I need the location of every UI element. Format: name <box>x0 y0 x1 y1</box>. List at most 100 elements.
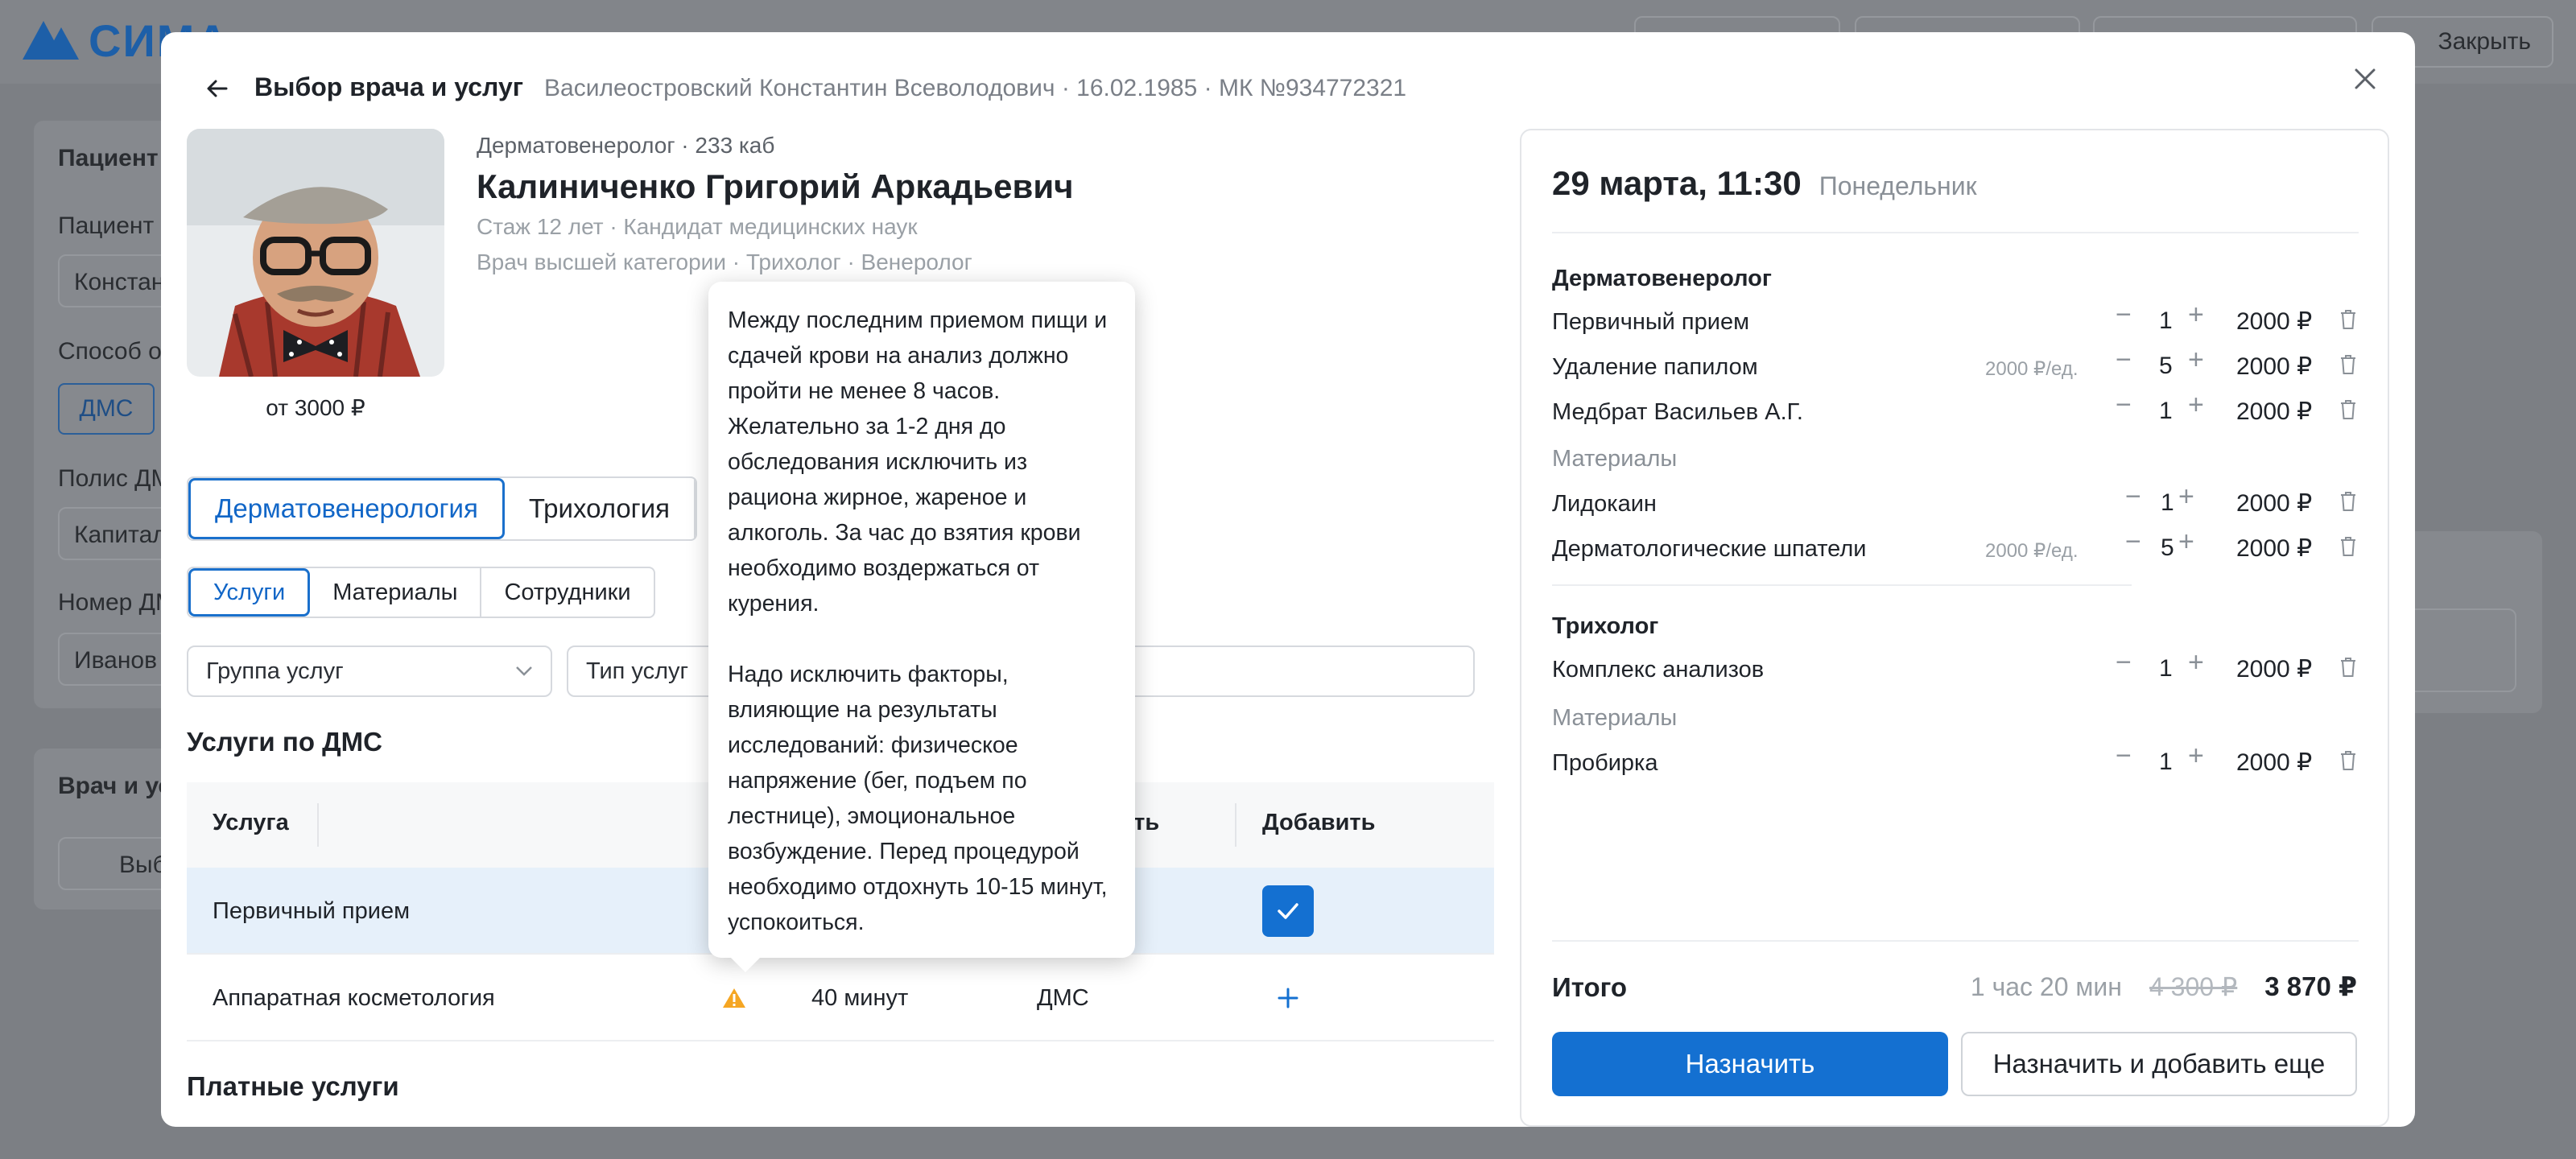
policy-label: Полис ДМ <box>58 465 171 492</box>
assign-button[interactable]: Назначить <box>1552 1032 1948 1096</box>
decrease-button[interactable]: − <box>2116 390 2132 421</box>
increase-button[interactable]: + <box>2188 390 2204 421</box>
order-item-price: 2000 ₽ <box>2236 353 2313 380</box>
topbar-close-label: Закрыть <box>2438 28 2531 55</box>
doctor-photo <box>187 129 444 377</box>
tooltip-arrow <box>729 956 762 972</box>
header-add: Добавить <box>1262 810 1376 835</box>
dms-services-title: Услуги по ДМС <box>187 727 382 757</box>
decrease-button[interactable]: − <box>2116 299 2132 331</box>
policy-number-value: Иванов <box>74 647 158 674</box>
order-item-name: Медбрат Васильев А.Г. <box>1552 399 1803 425</box>
appointment-datetime: 29 марта, 11:30 Понедельник <box>1552 164 1977 203</box>
materials-label: Материалы <box>1552 446 1678 472</box>
specialty-tabs: Дерматовенерология Трихология <box>187 476 698 541</box>
increase-button[interactable]: + <box>2188 647 2204 678</box>
trash-icon[interactable] <box>2339 399 2357 420</box>
trash-icon[interactable] <box>2339 750 2357 771</box>
appointment-weekday: Понедельник <box>1818 171 1977 200</box>
back-button[interactable] <box>196 68 238 109</box>
service-add-button[interactable] <box>1262 972 1314 1024</box>
order-item-qty: 1 <box>2159 398 2173 424</box>
doctor-categories: Врач высшей категории · Трихолог · Венер… <box>477 250 972 274</box>
material-qty: 1 <box>2161 489 2174 516</box>
total-label: Итого <box>1552 972 1628 1002</box>
materials-label: Материалы <box>1552 705 1678 731</box>
material-unit-price: 2000 ₽/ед. <box>1985 540 2079 562</box>
order-item-price: 2000 ₽ <box>2236 656 2313 683</box>
warning-icon[interactable] <box>721 987 747 1009</box>
header-divider-2 <box>1235 803 1236 847</box>
decrease-button[interactable]: − <box>2116 344 2132 376</box>
logo-mark-icon <box>23 21 79 60</box>
header-service: Услуга <box>213 810 289 835</box>
material-name: Лидокаин <box>1552 491 1657 517</box>
service-payment: ДМС <box>1037 985 1089 1011</box>
divider <box>1552 232 2359 233</box>
service-group-value: Группа услуг <box>206 658 344 684</box>
order-item-qty: 1 <box>2159 307 2173 334</box>
tab-services[interactable]: Услуги <box>188 568 311 617</box>
trash-icon[interactable] <box>2339 354 2357 375</box>
service-name: Первичный прием <box>213 898 411 924</box>
tooltip-paragraph-1: Между последним приемом пищи и сдачей кр… <box>728 307 1108 617</box>
trash-icon[interactable] <box>2339 657 2357 678</box>
trash-icon[interactable] <box>2339 491 2357 512</box>
doctor-service-modal: Выбор врача и услуг Василеостровский Кон… <box>161 32 2415 1127</box>
increase-button[interactable]: + <box>2178 526 2194 558</box>
decrease-button[interactable]: − <box>2116 647 2132 678</box>
table-row[interactable]: Аппаратная косметология 40 минут ДМС <box>187 955 1494 1041</box>
order-item-unit-price: 2000 ₽/ед. <box>1985 358 2079 380</box>
order-item-price: 2000 ₽ <box>2236 398 2313 425</box>
increase-button[interactable]: + <box>2188 740 2204 772</box>
order-item-name: Комплекс анализов <box>1552 657 1765 683</box>
material-qty: 5 <box>2161 534 2174 561</box>
service-add-checkbox[interactable] <box>1262 885 1314 937</box>
order-material: Дерматологические шпатели 2000 ₽/ед. − 5… <box>1552 525 2359 570</box>
patient-info: Василеостровский Константин Всеволодович… <box>544 75 1407 101</box>
tab-dermatovenereology[interactable]: Дерматовенерология <box>188 478 505 539</box>
payment-label: Способ о <box>58 338 162 365</box>
trash-icon[interactable] <box>2339 536 2357 557</box>
header-divider <box>317 803 319 847</box>
increase-button[interactable]: + <box>2188 344 2204 376</box>
decrease-button[interactable]: − <box>2125 526 2141 558</box>
increase-button[interactable]: + <box>2178 481 2194 513</box>
assign-and-add-button[interactable]: Назначить и добавить еще <box>1961 1032 2357 1096</box>
order-summary-panel: 29 марта, 11:30 Понедельник Дерматовенер… <box>1520 129 2389 1127</box>
increase-button[interactable]: + <box>2188 299 2204 331</box>
policy-number-label: Номер ДМ <box>58 589 175 616</box>
tab-staff[interactable]: Сотрудники <box>481 568 653 617</box>
tab-trichology[interactable]: Трихология <box>505 478 696 539</box>
order-item: Удаление папилом 2000 ₽/ед. − 5 + 2000 ₽ <box>1552 343 2359 388</box>
preparation-tooltip: Между последним приемом пищи и сдачей кр… <box>708 282 1135 958</box>
policy-field-value: Капитал <box>74 522 167 548</box>
material-price: 2000 ₽ <box>2236 490 2313 517</box>
material-name: Дерматологические шпатели <box>1552 536 1867 562</box>
patient-field-value: Констан <box>74 269 165 295</box>
total-values: 1 час 20 мин 4 300 ₽ 3 870 ₽ <box>1971 971 2357 1002</box>
total-old-price: 4 300 ₽ <box>2149 972 2238 1001</box>
decrease-button[interactable]: − <box>2116 740 2132 772</box>
modal-title: Выбор врача и услуг <box>254 72 524 101</box>
total-price: 3 870 ₽ <box>2264 971 2357 1001</box>
divider <box>1552 584 2132 586</box>
service-name: Аппаратная косметология <box>213 985 495 1011</box>
payment-dms-button[interactable]: ДМС <box>58 383 155 435</box>
doctor-specialty-line: Дерматовенеролог · 233 каб <box>477 133 775 158</box>
close-button[interactable] <box>2341 55 2389 103</box>
total-duration: 1 час 20 мин <box>1970 972 2122 1001</box>
select-doctor-label: Выб <box>119 852 167 878</box>
patient-section-title: Пациент <box>58 145 159 171</box>
service-group-select[interactable]: Группа услуг <box>187 645 552 697</box>
material-name: Пробирка <box>1552 750 1658 776</box>
service-type-value: Тип услуг <box>586 658 689 684</box>
order-group-title: Трихолог <box>1552 613 1659 639</box>
section-tabs: Услуги Материалы Сотрудники <box>187 567 655 618</box>
tab-materials[interactable]: Материалы <box>310 568 482 617</box>
decrease-button[interactable]: − <box>2125 481 2141 513</box>
order-item-qty: 1 <box>2159 655 2173 682</box>
doctor-price-from: от 3000 ₽ <box>266 395 365 420</box>
trash-icon[interactable] <box>2339 309 2357 330</box>
chevron-down-icon <box>516 666 532 676</box>
